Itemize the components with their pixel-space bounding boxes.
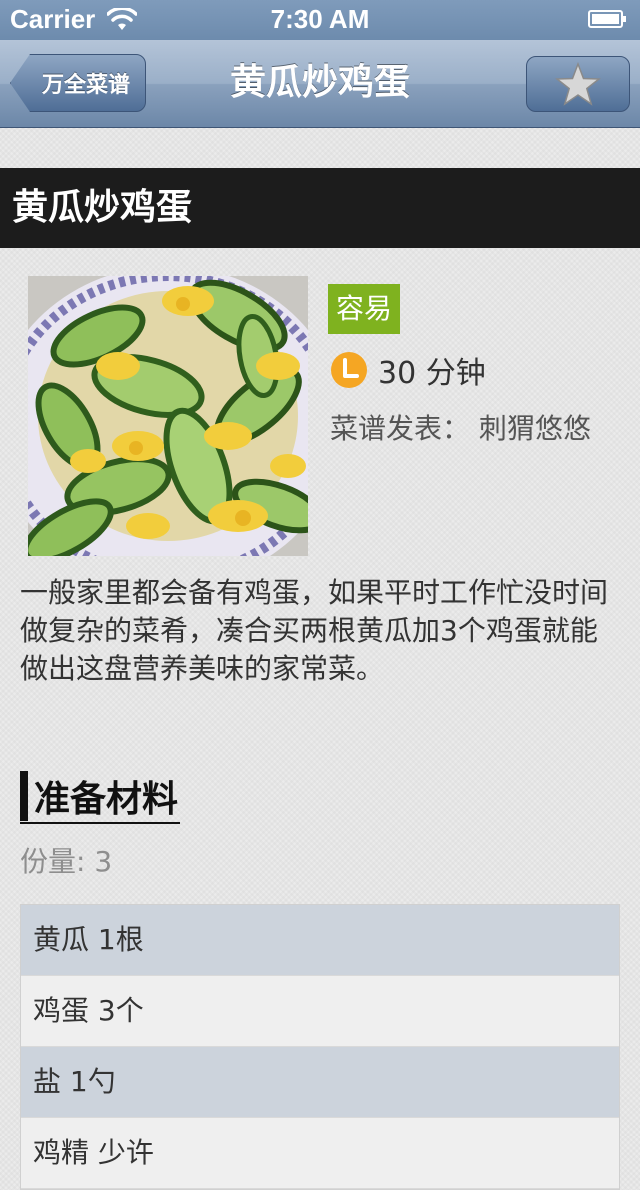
servings: 份量: 3 [20,845,113,878]
ingredients-heading: 准备材料 [20,770,181,824]
ingredient-row: 黄瓜 1根 [21,905,619,976]
difficulty-badge: 容易 [328,284,401,334]
cook-time-text: 30 分钟 [378,356,486,391]
battery-icon [588,10,626,28]
favorite-button[interactable] [526,56,630,112]
heading-accent-bar [20,771,28,821]
ingredient-row: 鸡蛋 3个 [21,976,619,1047]
ingredient-row: 鸡精 少许 [21,1118,619,1189]
ingredient-list: 黄瓜 1根 鸡蛋 3个 盐 1勺 鸡精 少许 [20,904,620,1190]
cook-time: 30 分钟 [330,348,486,392]
back-button-label: 万全菜谱 [41,73,130,98]
ingredient-row: 盐 1勺 [21,1047,619,1118]
star-icon [555,62,601,106]
dish-photo [28,276,308,556]
status-time: 7:30 AM [270,4,370,34]
ingredients-heading-text: 准备材料 [34,779,179,820]
recipe-title-banner: 黄瓜炒鸡蛋 [0,168,640,248]
recipe-description: 一般家里都会备有鸡蛋，如果平时工作忙没时间做复杂的菜肴，凑合买两根黄瓜加3个鸡蛋… [20,576,609,685]
clock-icon [331,352,367,388]
page-title: 黄瓜炒鸡蛋 [229,62,410,103]
status-bar: Carrier 7:30 AM [0,0,640,40]
navigation-bar: 万全菜谱 黄瓜炒鸡蛋 [0,40,640,128]
author-line: 菜谱发表： 刺猬悠悠 [330,412,591,445]
back-button[interactable]: 万全菜谱 [10,54,146,112]
